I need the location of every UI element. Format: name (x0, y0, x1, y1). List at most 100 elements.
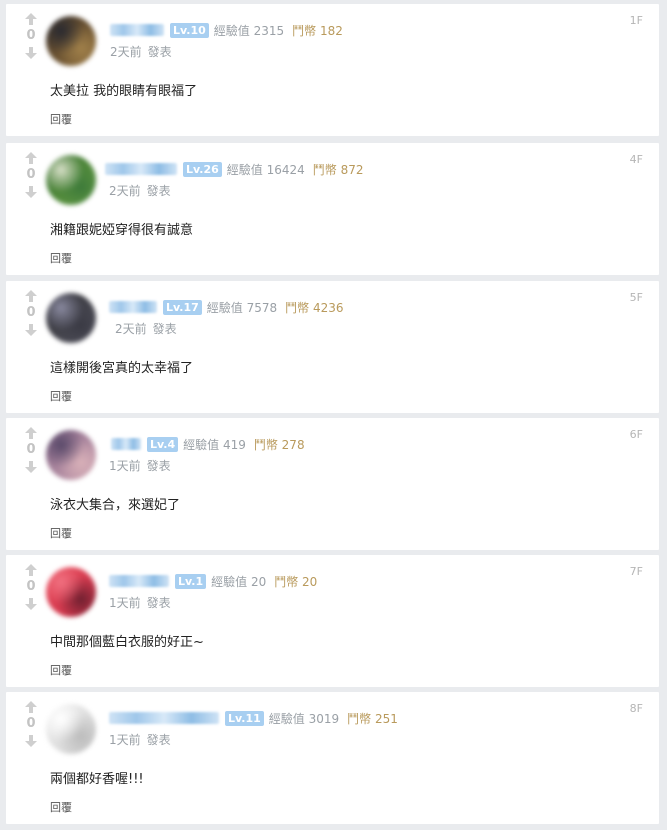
avatar[interactable] (46, 293, 96, 343)
reply-button[interactable]: 回覆 (50, 388, 72, 404)
post-meta: 2天前 發表 (110, 43, 178, 60)
vote-count: 0 (26, 167, 36, 182)
coin-count: 鬥幣 182 (292, 23, 343, 38)
comment-text: 兩個都好香喔!!! (50, 772, 144, 787)
floor-number[interactable]: 1F (630, 14, 643, 27)
post-meta: 1天前 發表 (109, 594, 177, 611)
post-time: 1天前 (109, 459, 141, 473)
downvote-arrow-icon[interactable] (24, 460, 38, 474)
experience-value: 經驗值 7578 (206, 300, 278, 315)
comment-text: 太美拉 我的眼睛有眼福了 (50, 84, 198, 99)
vote-count: 0 (26, 716, 36, 731)
reply-button[interactable]: 回覆 (50, 662, 72, 678)
avatar[interactable] (46, 155, 96, 205)
floor-number[interactable]: 6F (630, 428, 643, 441)
post-meta: 1天前 發表 (109, 731, 177, 748)
post-action: 發表 (146, 596, 171, 610)
downvote-arrow-icon[interactable] (24, 734, 38, 748)
coin-count: 鬥幣 4236 (285, 300, 344, 315)
coin-count: 鬥幣 278 (253, 437, 305, 452)
post-meta: 1天前 發表 (109, 457, 177, 474)
username-blurred[interactable] (109, 712, 219, 724)
post-action: 發表 (152, 322, 177, 336)
user-header: Lv.26 經驗值 16424 鬥幣 872 (105, 160, 364, 178)
experience-value: 經驗值 419 (183, 437, 246, 452)
upvote-arrow-icon[interactable] (24, 700, 38, 714)
user-header: Lv.1 經驗值 20 鬥幣 20 (109, 572, 317, 590)
avatar[interactable] (46, 704, 96, 754)
post-action: 發表 (146, 459, 171, 473)
floor-number[interactable]: 4F (630, 153, 643, 166)
avatar[interactable] (46, 567, 96, 617)
reply-button[interactable]: 回覆 (50, 799, 72, 815)
downvote-arrow-icon[interactable] (24, 46, 38, 60)
reply-button[interactable]: 回覆 (50, 111, 72, 127)
coin-count: 鬥幣 251 (347, 711, 398, 726)
post-time: 1天前 (109, 596, 141, 610)
upvote-arrow-icon[interactable] (24, 563, 38, 577)
username-blurred[interactable] (105, 163, 177, 175)
username-blurred[interactable] (110, 24, 164, 36)
upvote-arrow-icon[interactable] (24, 426, 38, 440)
comment-text: 泳衣大集合，來選妃了 (50, 498, 181, 513)
vote-control: 0 (20, 151, 42, 199)
level-badge: Lv.4 (147, 436, 179, 452)
coin-count: 鬥幣 20 (274, 574, 318, 589)
downvote-arrow-icon[interactable] (24, 323, 38, 337)
username-blurred[interactable] (111, 438, 141, 450)
level-badge: Lv.1 (175, 573, 207, 589)
user-header: Lv.17 經驗值 7578 鬥幣 4236 (109, 298, 344, 316)
level-badge: Lv.10 (170, 22, 209, 38)
post-time: 2天前 (115, 322, 147, 336)
comment-list: 0 Lv.10 經驗值 2315 鬥幣 182 2天前 發表 1F 太美拉 我的眼… (0, 0, 667, 830)
comment-card: 0 Lv.10 經驗值 2315 鬥幣 182 2天前 發表 1F 太美拉 我的眼… (6, 4, 659, 136)
downvote-arrow-icon[interactable] (24, 597, 38, 611)
level-badge: Lv.17 (163, 299, 202, 315)
downvote-arrow-icon[interactable] (24, 185, 38, 199)
upvote-arrow-icon[interactable] (24, 12, 38, 26)
upvote-arrow-icon[interactable] (24, 151, 38, 165)
vote-control: 0 (20, 426, 42, 474)
experience-value: 經驗值 2315 (213, 23, 285, 38)
experience-value: 經驗值 3019 (268, 711, 340, 726)
comment-text: 這樣開後宮真的太幸福了 (50, 361, 194, 376)
vote-control: 0 (20, 563, 42, 611)
comment-text: 中間那個藍白衣服的好正~ (50, 635, 204, 650)
user-header: Lv.4 經驗值 419 鬥幣 278 (111, 435, 305, 453)
vote-control: 0 (20, 700, 42, 748)
vote-count: 0 (26, 28, 36, 43)
vote-count: 0 (26, 305, 36, 320)
experience-value: 經驗值 16424 (226, 162, 305, 177)
post-action: 發表 (146, 184, 171, 198)
comment-card: 0 Lv.17 經驗值 7578 鬥幣 4236 2天前 發表 5F 這樣開後宮真… (6, 281, 659, 413)
avatar[interactable] (46, 16, 96, 66)
post-action: 發表 (147, 45, 172, 59)
avatar[interactable] (46, 430, 96, 480)
comment-card: 0 Lv.26 經驗值 16424 鬥幣 872 2天前 發表 4F 湘籍跟妮婭穿… (6, 143, 659, 275)
username-blurred[interactable] (109, 301, 157, 313)
post-time: 2天前 (110, 45, 142, 59)
comment-text: 湘籍跟妮婭穿得很有誠意 (50, 223, 194, 238)
reply-button[interactable]: 回覆 (50, 250, 72, 266)
coin-count: 鬥幣 872 (312, 162, 364, 177)
post-time: 1天前 (109, 733, 141, 747)
post-time: 2天前 (109, 184, 141, 198)
post-meta: 2天前 發表 (115, 320, 183, 337)
reply-button[interactable]: 回覆 (50, 525, 72, 541)
post-action: 發表 (146, 733, 171, 747)
floor-number[interactable]: 5F (630, 291, 643, 304)
floor-number[interactable]: 7F (630, 565, 643, 578)
level-badge: Lv.26 (183, 161, 222, 177)
vote-control: 0 (20, 12, 42, 60)
experience-value: 經驗值 20 (211, 574, 267, 589)
vote-control: 0 (20, 289, 42, 337)
username-blurred[interactable] (109, 575, 169, 587)
upvote-arrow-icon[interactable] (24, 289, 38, 303)
user-header: Lv.11 經驗值 3019 鬥幣 251 (109, 709, 398, 727)
post-meta: 2天前 發表 (109, 182, 177, 199)
comment-card: 0 Lv.1 經驗值 20 鬥幣 20 1天前 發表 7F 中間那個藍白衣服的好正… (6, 555, 659, 687)
comment-card: 0 Lv.4 經驗值 419 鬥幣 278 1天前 發表 6F 泳衣大集合，來選妃… (6, 418, 659, 550)
floor-number[interactable]: 8F (630, 702, 643, 715)
vote-count: 0 (26, 579, 36, 594)
vote-count: 0 (26, 442, 36, 457)
